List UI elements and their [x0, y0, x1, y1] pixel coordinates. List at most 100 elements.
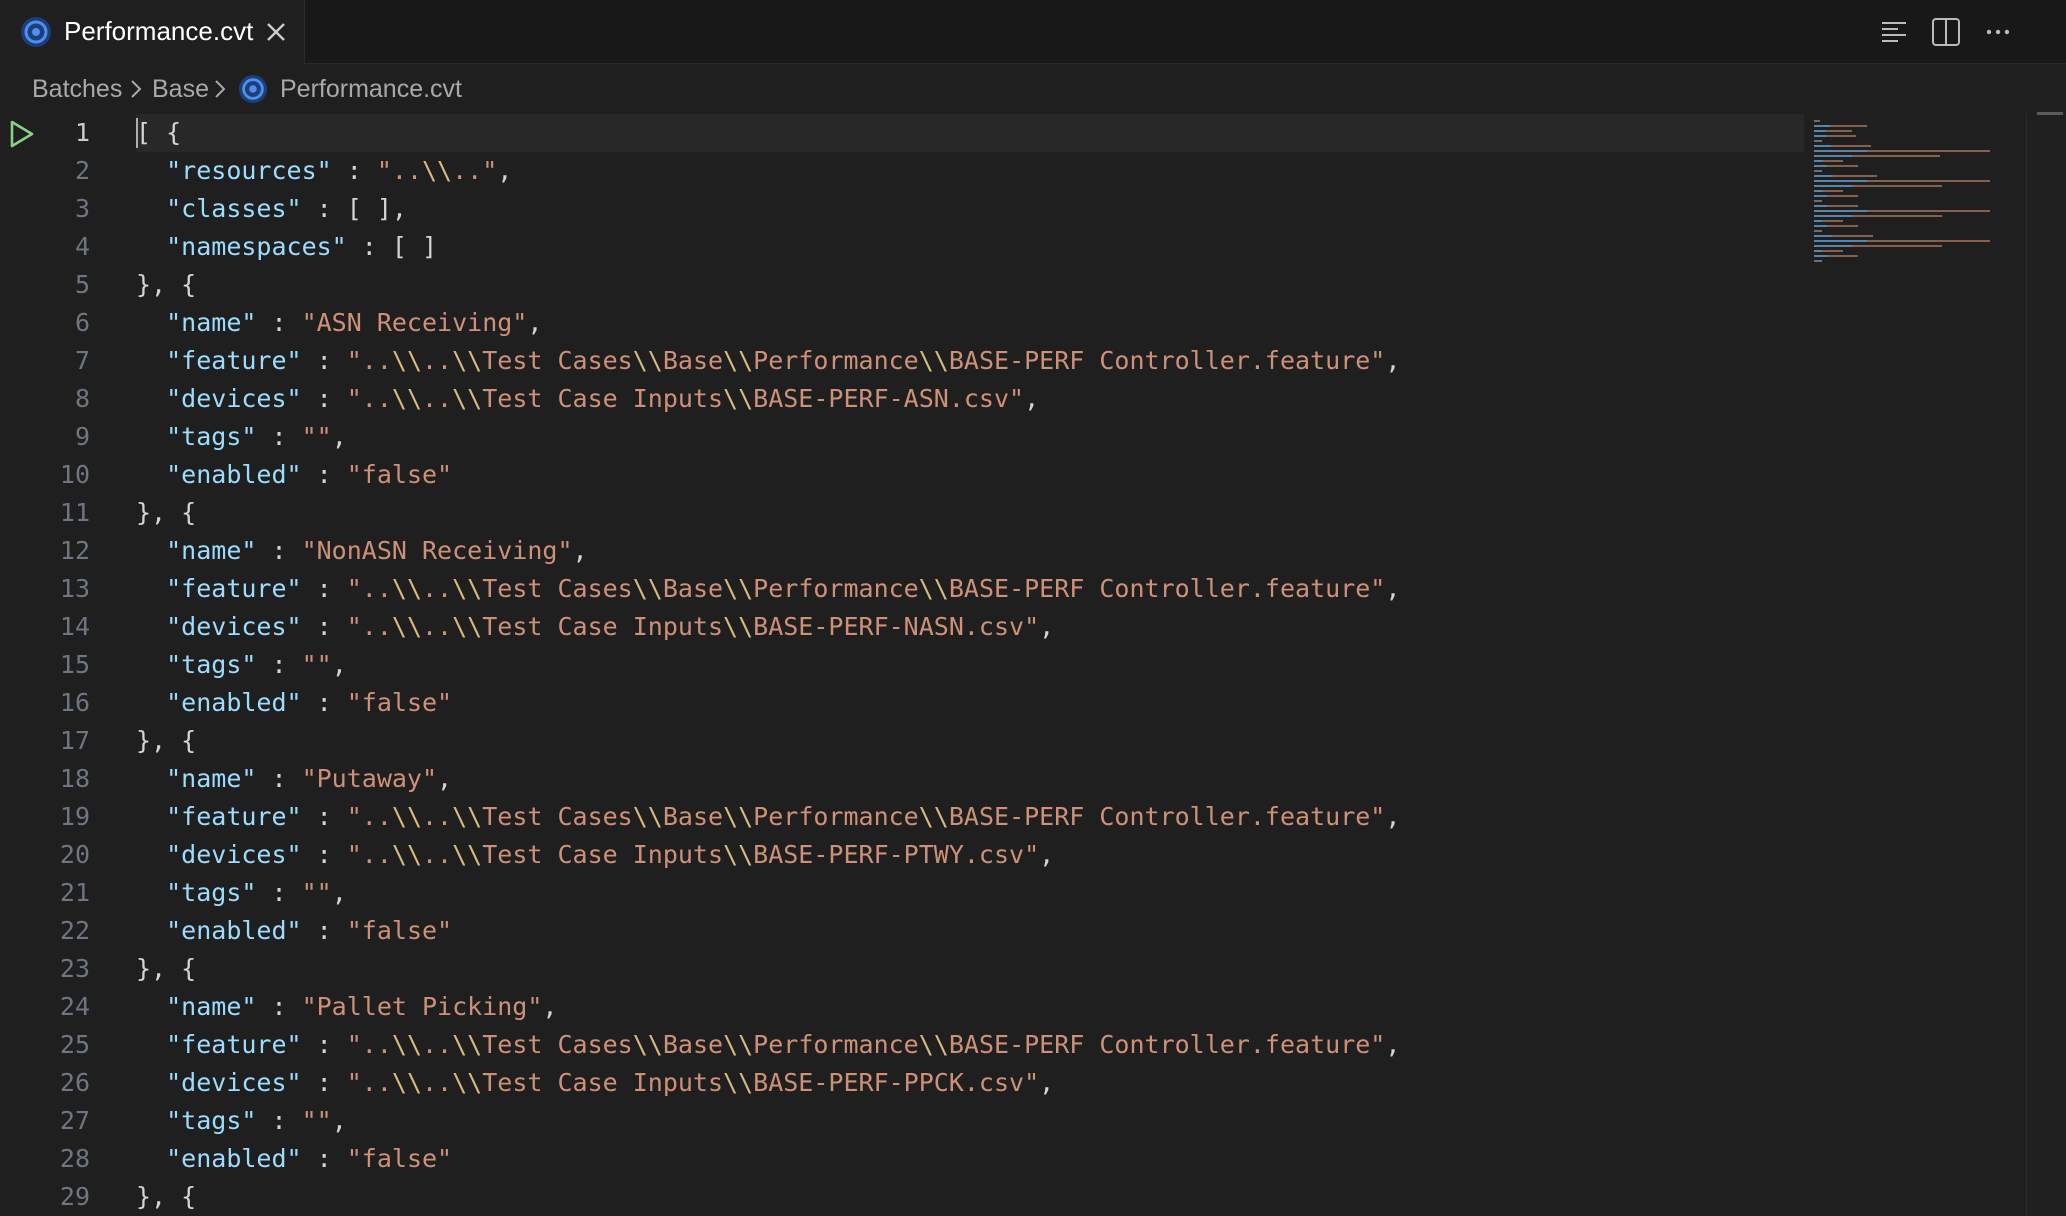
- minimap-line: [1814, 255, 1859, 257]
- minimap-line: [1814, 160, 1844, 162]
- editor-actions: [1876, 14, 2036, 50]
- line-number[interactable]: 13: [0, 570, 90, 608]
- code-line[interactable]: "resources" : "..\\..",: [136, 152, 512, 190]
- line-number[interactable]: 25: [0, 1026, 90, 1064]
- code-editor[interactable]: 1 2 3 4 5 6 7 8 9 10 11 12 13 14 15 16 17 18 19 20 21 22 23 24 2…: [0, 112, 2066, 1216]
- chevron-right-icon: [215, 80, 226, 98]
- minimap-line: [1814, 260, 1823, 262]
- code-line[interactable]: }, {: [136, 266, 196, 304]
- line-number[interactable]: 5: [0, 266, 90, 304]
- code-line[interactable]: "classes" : [ ],: [136, 190, 407, 228]
- line-number[interactable]: 3: [0, 190, 90, 228]
- line-number[interactable]: 6: [0, 304, 90, 342]
- minimap-line: [1814, 235, 1873, 237]
- breadcrumb: Batches Base Performance.cvt: [0, 64, 2066, 114]
- tab-performance-cvt[interactable]: Performance.cvt: [0, 0, 305, 64]
- text-cursor: [136, 118, 138, 148]
- code-line[interactable]: "name" : "NonASN Receiving",: [136, 532, 587, 570]
- breadcrumb-item-file[interactable]: Performance.cvt: [280, 73, 462, 105]
- code-line[interactable]: "name" : "Putaway",: [136, 760, 452, 798]
- minimap-line: [1814, 180, 1991, 182]
- code-line[interactable]: "devices" : "..\\..\\Test Case Inputs\\B…: [136, 1064, 1054, 1102]
- line-number[interactable]: 26: [0, 1064, 90, 1102]
- line-number[interactable]: 18: [0, 760, 90, 798]
- code-line[interactable]: "feature" : "..\\..\\Test Cases\\Base\\P…: [136, 1026, 1400, 1064]
- scrollbar-thumb[interactable]: [2037, 112, 2063, 115]
- line-number[interactable]: 2: [0, 152, 90, 190]
- line-number[interactable]: 24: [0, 988, 90, 1026]
- code-line[interactable]: "enabled" : "false": [136, 1140, 452, 1178]
- minimap-line: [1814, 150, 1991, 152]
- code-line[interactable]: "enabled" : "false": [136, 684, 452, 722]
- more-actions-icon[interactable]: [1980, 14, 2016, 50]
- code-line[interactable]: "devices" : "..\\..\\Test Case Inputs\\B…: [136, 608, 1054, 646]
- minimap-line: [1814, 245, 1943, 247]
- code-line[interactable]: }, {: [136, 1178, 196, 1216]
- minimap-line: [1814, 170, 1823, 172]
- minimap-line: [1814, 145, 1871, 147]
- code-line[interactable]: "devices" : "..\\..\\Test Case Inputs\\B…: [136, 836, 1054, 874]
- minimap-line: [1814, 175, 1877, 177]
- code-line[interactable]: "tags" : "",: [136, 418, 347, 456]
- circular-file-icon: [238, 74, 268, 104]
- code-line[interactable]: "name" : "ASN Receiving",: [136, 304, 542, 342]
- line-number[interactable]: 19: [0, 798, 90, 836]
- circular-file-icon: [21, 17, 51, 47]
- outline-icon[interactable]: [1876, 14, 1912, 50]
- line-number[interactable]: 17: [0, 722, 90, 760]
- minimap-line: [1814, 125, 1867, 127]
- line-number[interactable]: 7: [0, 342, 90, 380]
- current-line-highlight: [136, 114, 1804, 152]
- code-line[interactable]: "devices" : "..\\..\\Test Case Inputs\\B…: [136, 380, 1039, 418]
- line-number[interactable]: 14: [0, 608, 90, 646]
- breadcrumb-item-batches[interactable]: Batches: [32, 73, 122, 105]
- minimap-line: [1814, 225, 1859, 227]
- breadcrumb-item-base[interactable]: Base: [152, 73, 209, 105]
- code-line[interactable]: [ {: [136, 114, 181, 152]
- line-number[interactable]: 15: [0, 646, 90, 684]
- line-number[interactable]: 11: [0, 494, 90, 532]
- line-number[interactable]: 23: [0, 950, 90, 988]
- line-number[interactable]: 12: [0, 532, 90, 570]
- line-number[interactable]: 27: [0, 1102, 90, 1140]
- minimap[interactable]: [1806, 114, 2026, 1216]
- code-line[interactable]: "tags" : "",: [136, 874, 347, 912]
- vertical-scrollbar[interactable]: [2026, 112, 2066, 1216]
- line-number[interactable]: 9: [0, 418, 90, 456]
- minimap-line: [1814, 230, 1823, 232]
- line-number[interactable]: 21: [0, 874, 90, 912]
- code-line[interactable]: "enabled" : "false": [136, 456, 452, 494]
- minimap-line: [1814, 250, 1844, 252]
- code-line[interactable]: "feature" : "..\\..\\Test Cases\\Base\\P…: [136, 570, 1400, 608]
- minimap-line: [1814, 195, 1859, 197]
- code-line[interactable]: }, {: [136, 494, 196, 532]
- close-icon[interactable]: [262, 18, 290, 46]
- minimap-line: [1814, 240, 1991, 242]
- line-number[interactable]: 8: [0, 380, 90, 418]
- minimap-line: [1814, 215, 1943, 217]
- minimap-line: [1814, 190, 1844, 192]
- line-number[interactable]: 10: [0, 456, 90, 494]
- code-line[interactable]: }, {: [136, 950, 196, 988]
- code-line[interactable]: "feature" : "..\\..\\Test Cases\\Base\\P…: [136, 342, 1400, 380]
- split-editor-icon[interactable]: [1928, 14, 1964, 50]
- code-line[interactable]: "namespaces" : [ ]: [136, 228, 437, 266]
- line-number[interactable]: 1: [0, 114, 90, 152]
- code-line[interactable]: "tags" : "",: [136, 1102, 347, 1140]
- code-line[interactable]: "enabled" : "false": [136, 912, 452, 950]
- minimap-line: [1814, 120, 1821, 122]
- minimap-line: [1814, 200, 1823, 202]
- minimap-line: [1814, 205, 1859, 207]
- minimap-line: [1814, 220, 1844, 222]
- line-number[interactable]: 29: [0, 1178, 90, 1216]
- line-number[interactable]: 4: [0, 228, 90, 266]
- line-number[interactable]: 22: [0, 912, 90, 950]
- line-number[interactable]: 16: [0, 684, 90, 722]
- code-line[interactable]: "feature" : "..\\..\\Test Cases\\Base\\P…: [136, 798, 1400, 836]
- line-number[interactable]: 28: [0, 1140, 90, 1178]
- code-line[interactable]: "tags" : "",: [136, 646, 347, 684]
- code-line[interactable]: "name" : "Pallet Picking",: [136, 988, 557, 1026]
- line-number[interactable]: 20: [0, 836, 90, 874]
- minimap-line: [1814, 185, 1943, 187]
- code-line[interactable]: }, {: [136, 722, 196, 760]
